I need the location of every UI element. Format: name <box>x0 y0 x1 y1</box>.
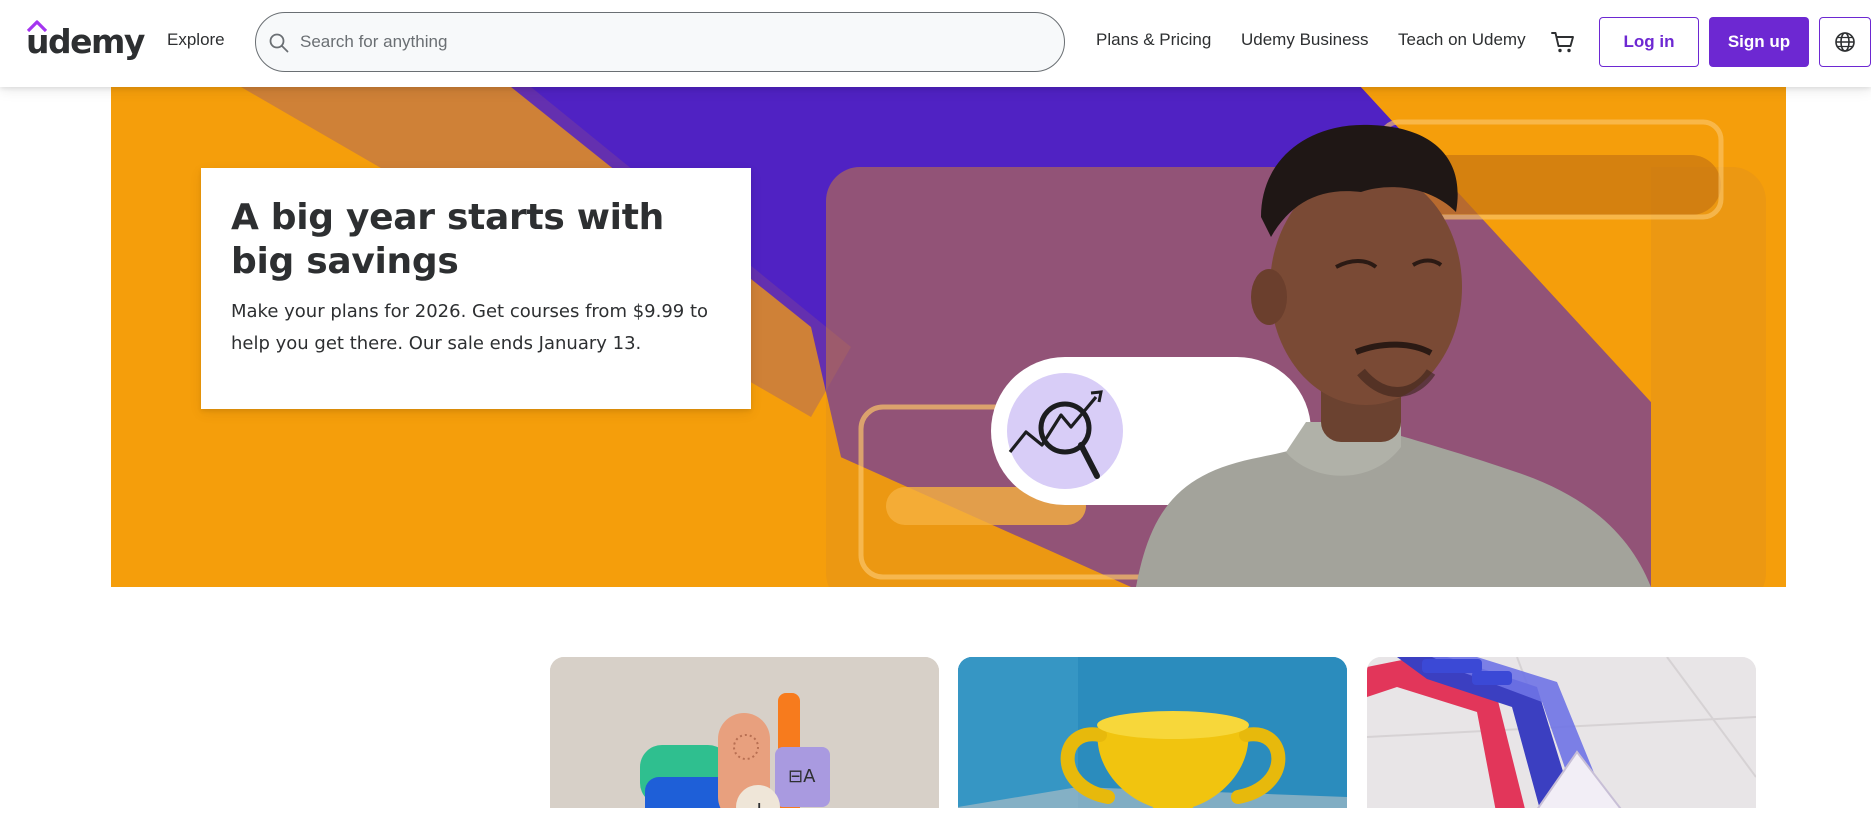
hero-title: A big year starts with big savings <box>231 197 664 282</box>
udemy-business-link[interactable]: Udemy Business <box>1241 30 1369 50</box>
plans-pricing-link[interactable]: Plans & Pricing <box>1096 30 1211 50</box>
top-navigation-bar: udemy Explore Plans & Pricing Udemy Busi… <box>0 0 1871 87</box>
cart-icon[interactable] <box>1550 29 1576 55</box>
feature-card-trophy[interactable] <box>958 657 1347 813</box>
login-button[interactable]: Log in <box>1599 17 1699 67</box>
logo-wordmark: udemy <box>26 22 145 61</box>
growth-ribbons-illustration <box>1367 657 1756 813</box>
feature-card-learning[interactable]: ⊟A + <box>550 657 939 813</box>
search-bar[interactable] <box>255 12 1065 72</box>
signup-button[interactable]: Sign up <box>1709 17 1809 67</box>
trophy-illustration <box>958 657 1347 813</box>
teach-on-udemy-link[interactable]: Teach on Udemy <box>1398 30 1526 50</box>
learning-blocks-illustration: ⊟A + <box>550 657 939 813</box>
feature-card-growth[interactable] <box>1367 657 1756 813</box>
globe-icon <box>1835 32 1855 52</box>
hero-description: Make your plans for 2026. Get courses fr… <box>231 301 709 354</box>
explore-link[interactable]: Explore <box>167 30 225 50</box>
page-bottom-edge <box>0 808 1871 813</box>
language-button[interactable] <box>1819 17 1871 67</box>
hero-banner[interactable]: A big year starts with big savings Make … <box>111 87 1786 587</box>
search-icon[interactable] <box>268 32 290 54</box>
udemy-logo[interactable]: udemy <box>26 20 145 64</box>
hero-promo-card: A big year starts with big savings Make … <box>201 168 751 409</box>
svg-text:⊟A: ⊟A <box>788 766 816 787</box>
search-input[interactable] <box>300 23 1040 61</box>
